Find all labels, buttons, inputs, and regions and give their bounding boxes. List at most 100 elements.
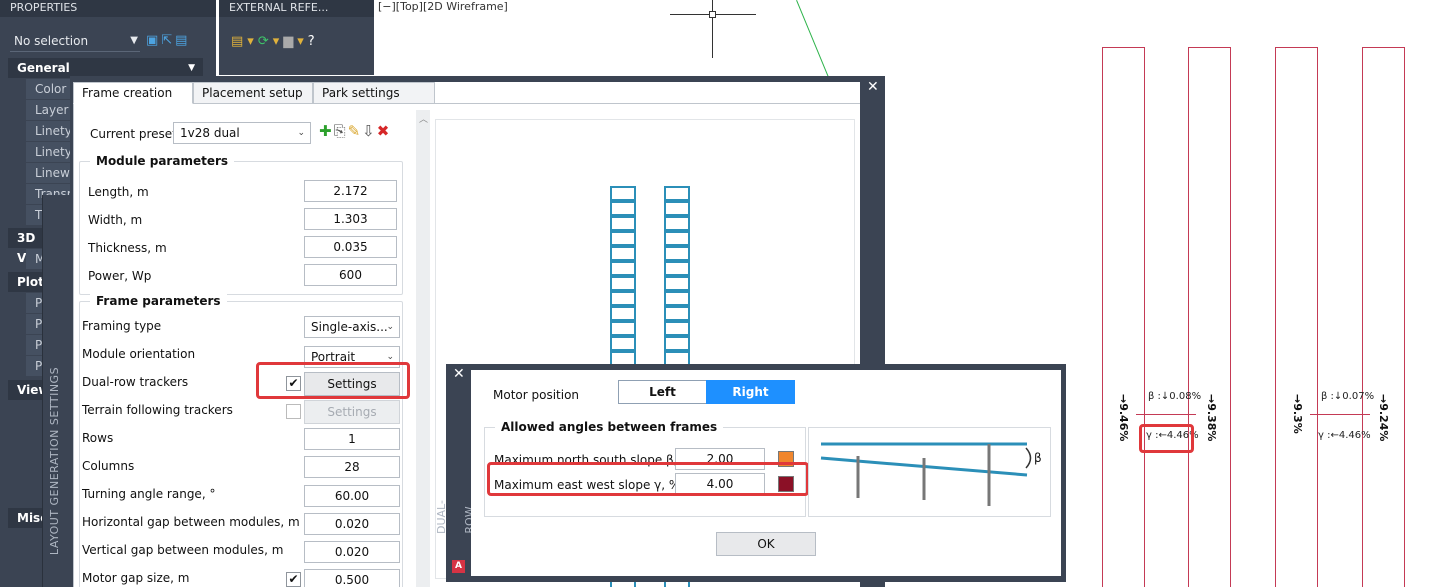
module-cell (610, 186, 636, 201)
columns-label: Columns (82, 459, 135, 473)
module-cell (610, 276, 636, 291)
add-preset-icon[interactable]: ✚ (319, 122, 334, 140)
terrain-following-label: Terrain following trackers (82, 403, 233, 417)
left-slope-label: →9.46% (1117, 394, 1130, 442)
right-slope-label: →9.38% (1205, 394, 1218, 442)
columns-input[interactable]: 28 (304, 456, 400, 478)
module-cell (610, 231, 636, 246)
module-cell (610, 306, 636, 321)
prop-plot-3[interactable]: P (26, 335, 42, 356)
prop-material[interactable]: M (26, 249, 45, 270)
collapse-icon: ▼ (188, 63, 195, 73)
power-input[interactable]: 600 (304, 264, 397, 286)
horizontal-gap-input[interactable]: 0.020 (304, 513, 400, 535)
preset-toolbar: ✚⎘✎⇩✖ (319, 122, 391, 140)
tab-border (73, 104, 74, 587)
beta-slope-label: β :↓0.07% (1321, 391, 1375, 402)
terrain-settings-button[interactable]: Settings (304, 400, 400, 424)
tab-frame-creation[interactable]: Frame creation (73, 82, 193, 104)
prop-plot-2[interactable]: P (26, 314, 42, 335)
dual-row-close-icon[interactable]: ✕ (453, 366, 465, 382)
module-cell (610, 291, 636, 306)
delete-preset-icon[interactable]: ✖ (377, 122, 392, 140)
turning-angle-input[interactable]: 60.00 (304, 485, 400, 507)
crosshair-pickbox (709, 11, 716, 18)
module-cell (664, 336, 690, 351)
frame-parameters-group: Frame parameters Framing type Single-axi… (79, 294, 403, 587)
length-input[interactable]: 2.172 (304, 180, 397, 202)
viewport-label[interactable]: [−][Top][2D Wireframe] (378, 0, 508, 13)
module-row-label: Length, m (88, 185, 149, 199)
autocad-workspace: [−][Top][2D Wireframe] β :↓0.08% γ :←4.4… (0, 0, 1432, 587)
module-orientation-label: Module orientation (82, 347, 196, 361)
preset-dropdown[interactable]: 1v28 dual ⌄ (173, 122, 311, 144)
framing-type-dropdown[interactable]: Single-axis... ⌄ (304, 316, 400, 338)
select-tools-icons[interactable]: ▣⇱▤ (146, 33, 206, 49)
properties-title: PROPERTIES (0, 0, 216, 17)
layout-generation-side-tab[interactable]: LAYOUT GENERATION SETTINGS (42, 195, 70, 587)
category-3d[interactable]: 3D V (8, 228, 42, 265)
chevron-down-icon: ▼ (130, 35, 138, 46)
category-general[interactable]: General ▼ (8, 58, 203, 78)
left-slope-label: →9.3% (1291, 394, 1304, 434)
module-cell (664, 276, 690, 291)
module-cell (610, 201, 636, 216)
motor-gap-checkbox[interactable]: ✔ (286, 572, 301, 587)
turning-angle-label: Turning angle range, ° (82, 487, 216, 501)
dual-row-highlight (256, 362, 410, 399)
motor-right-button[interactable]: Right (706, 380, 795, 404)
chevron-up-icon[interactable]: ︿ (419, 112, 428, 125)
motor-gap-label: Motor gap size, m (82, 571, 190, 585)
thickness-input[interactable]: 0.035 (304, 236, 397, 258)
rows-input[interactable]: 1 (304, 428, 400, 450)
horizontal-gap-label: Horizontal gap between modules, m (82, 515, 300, 529)
prop-plot-1[interactable]: P (26, 293, 42, 314)
module-cell (610, 246, 636, 261)
motor-left-button[interactable]: Left (618, 380, 707, 404)
module-row-label: Width, m (88, 213, 143, 227)
motor-gap-input[interactable]: 0.500 (304, 569, 400, 587)
dual-row-dialog: ✕ DUAL-ROW A Motor position Left Right A… (435, 364, 1066, 582)
category-plot[interactable]: Plot (8, 272, 44, 292)
gap-line (1136, 414, 1196, 415)
module-cell (664, 261, 690, 276)
module-cell (610, 336, 636, 351)
vertical-gap-input[interactable]: 0.020 (304, 541, 400, 563)
category-view[interactable]: View (8, 380, 49, 400)
module-cell (664, 216, 690, 231)
module-cell (664, 306, 690, 321)
slope-diagram: β (808, 427, 1051, 517)
frame-strip (1102, 47, 1145, 587)
crosshair-vertical (712, 0, 713, 58)
motor-position-label: Motor position (493, 388, 580, 402)
dialog-close-icon[interactable]: ✕ (867, 79, 879, 95)
copy-preset-icon[interactable]: ⎘ (334, 122, 348, 140)
tab-divider (435, 103, 860, 104)
xref-toolbar-icons[interactable]: ▤▾⟳▾▆▾? (231, 34, 319, 49)
chevron-down-icon: ⌄ (386, 322, 394, 332)
gap-line (1310, 414, 1370, 415)
tab-placement-setup[interactable]: Placement setup (193, 82, 313, 104)
ok-button[interactable]: OK (716, 532, 816, 556)
category-misc[interactable]: Misc (8, 508, 47, 528)
prop-plot-4[interactable]: P (26, 356, 42, 377)
frame-parameters-title: Frame parameters (90, 294, 227, 308)
export-preset-icon[interactable]: ⇩ (362, 122, 377, 140)
right-slope-label: →9.24% (1377, 394, 1390, 442)
chevron-down-icon: ⌄ (297, 128, 305, 138)
edit-preset-icon[interactable]: ✎ (348, 122, 363, 140)
gamma-highlight (1139, 424, 1194, 453)
module-cell (664, 246, 690, 261)
tab-park-settings[interactable]: Park settings (313, 82, 435, 104)
external-references-title: EXTERNAL REFE... (219, 0, 374, 17)
selection-dropdown[interactable]: No selection ▼ (10, 30, 140, 52)
module-parameters-group: Module parameters Length, m 2.172 Width,… (79, 154, 403, 295)
current-preset-label: Current preset (90, 127, 177, 141)
width-input[interactable]: 1.303 (304, 208, 397, 230)
frame-strip (1362, 47, 1405, 587)
terrain-following-checkbox[interactable] (286, 404, 301, 419)
module-cell (664, 186, 690, 201)
module-cell (664, 201, 690, 216)
module-cell (664, 231, 690, 246)
module-row-label: Power, Wp (88, 269, 152, 283)
